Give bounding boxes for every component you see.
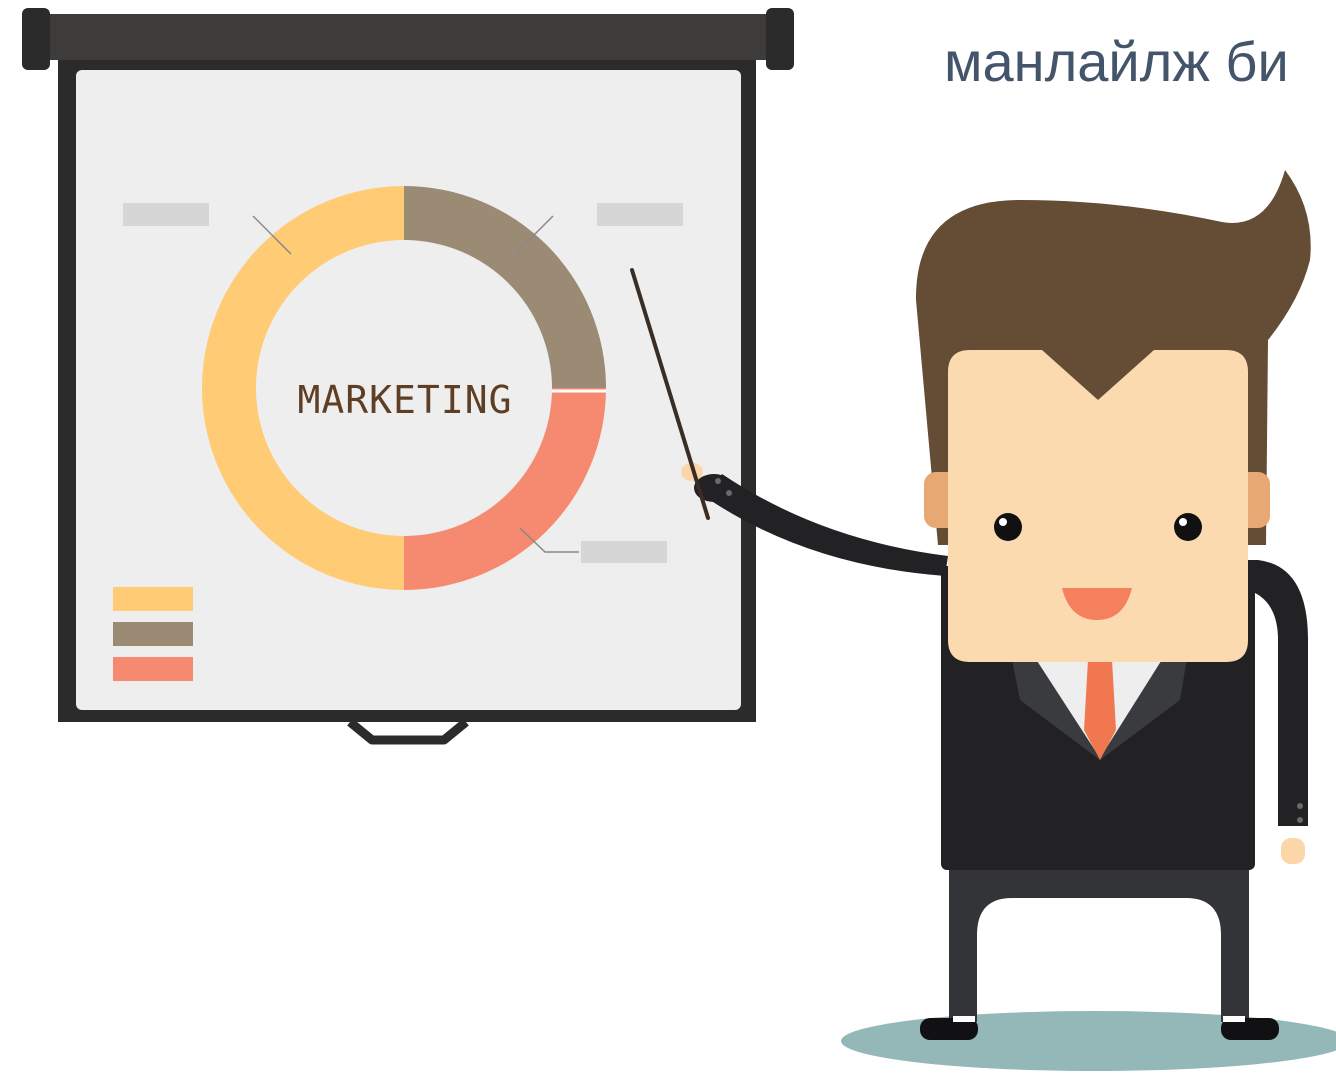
right-cuff-button-2 (1297, 817, 1303, 823)
legend-swatch-2 (113, 622, 193, 646)
callout-label-placeholder-bottom (581, 541, 667, 563)
legend-swatch-1 (113, 587, 193, 611)
chart-center-label: MARKETING (298, 378, 513, 422)
screen-pull-handle (347, 718, 469, 745)
left-cuff-button (715, 478, 721, 484)
roller-cap-right (766, 8, 794, 70)
chart-legend (113, 587, 193, 681)
right-cuff-button (1297, 803, 1303, 809)
right-cuff (1278, 826, 1308, 840)
right-sock (1223, 1016, 1245, 1022)
legend-swatch-3 (113, 657, 193, 681)
screen-roller-bar (40, 14, 778, 60)
callout-label-placeholder-right (597, 203, 683, 226)
right-eye-highlight (1179, 518, 1187, 526)
left-eye-highlight (999, 518, 1007, 526)
roller-cap-left (22, 8, 50, 70)
right-eye (1174, 513, 1202, 541)
presentation-illustration: MARKETING (22, 8, 1336, 1071)
illustration-canvas: MARKETING манлайлж би (0, 0, 1336, 1076)
trousers (949, 860, 1249, 1022)
right-hand (1281, 838, 1305, 864)
headline-text: манлайлж би (944, 30, 1289, 93)
left-cuff-button-2 (726, 490, 732, 496)
left-sock (953, 1016, 975, 1022)
callout-label-placeholder-left (123, 203, 209, 226)
left-eye (994, 513, 1022, 541)
